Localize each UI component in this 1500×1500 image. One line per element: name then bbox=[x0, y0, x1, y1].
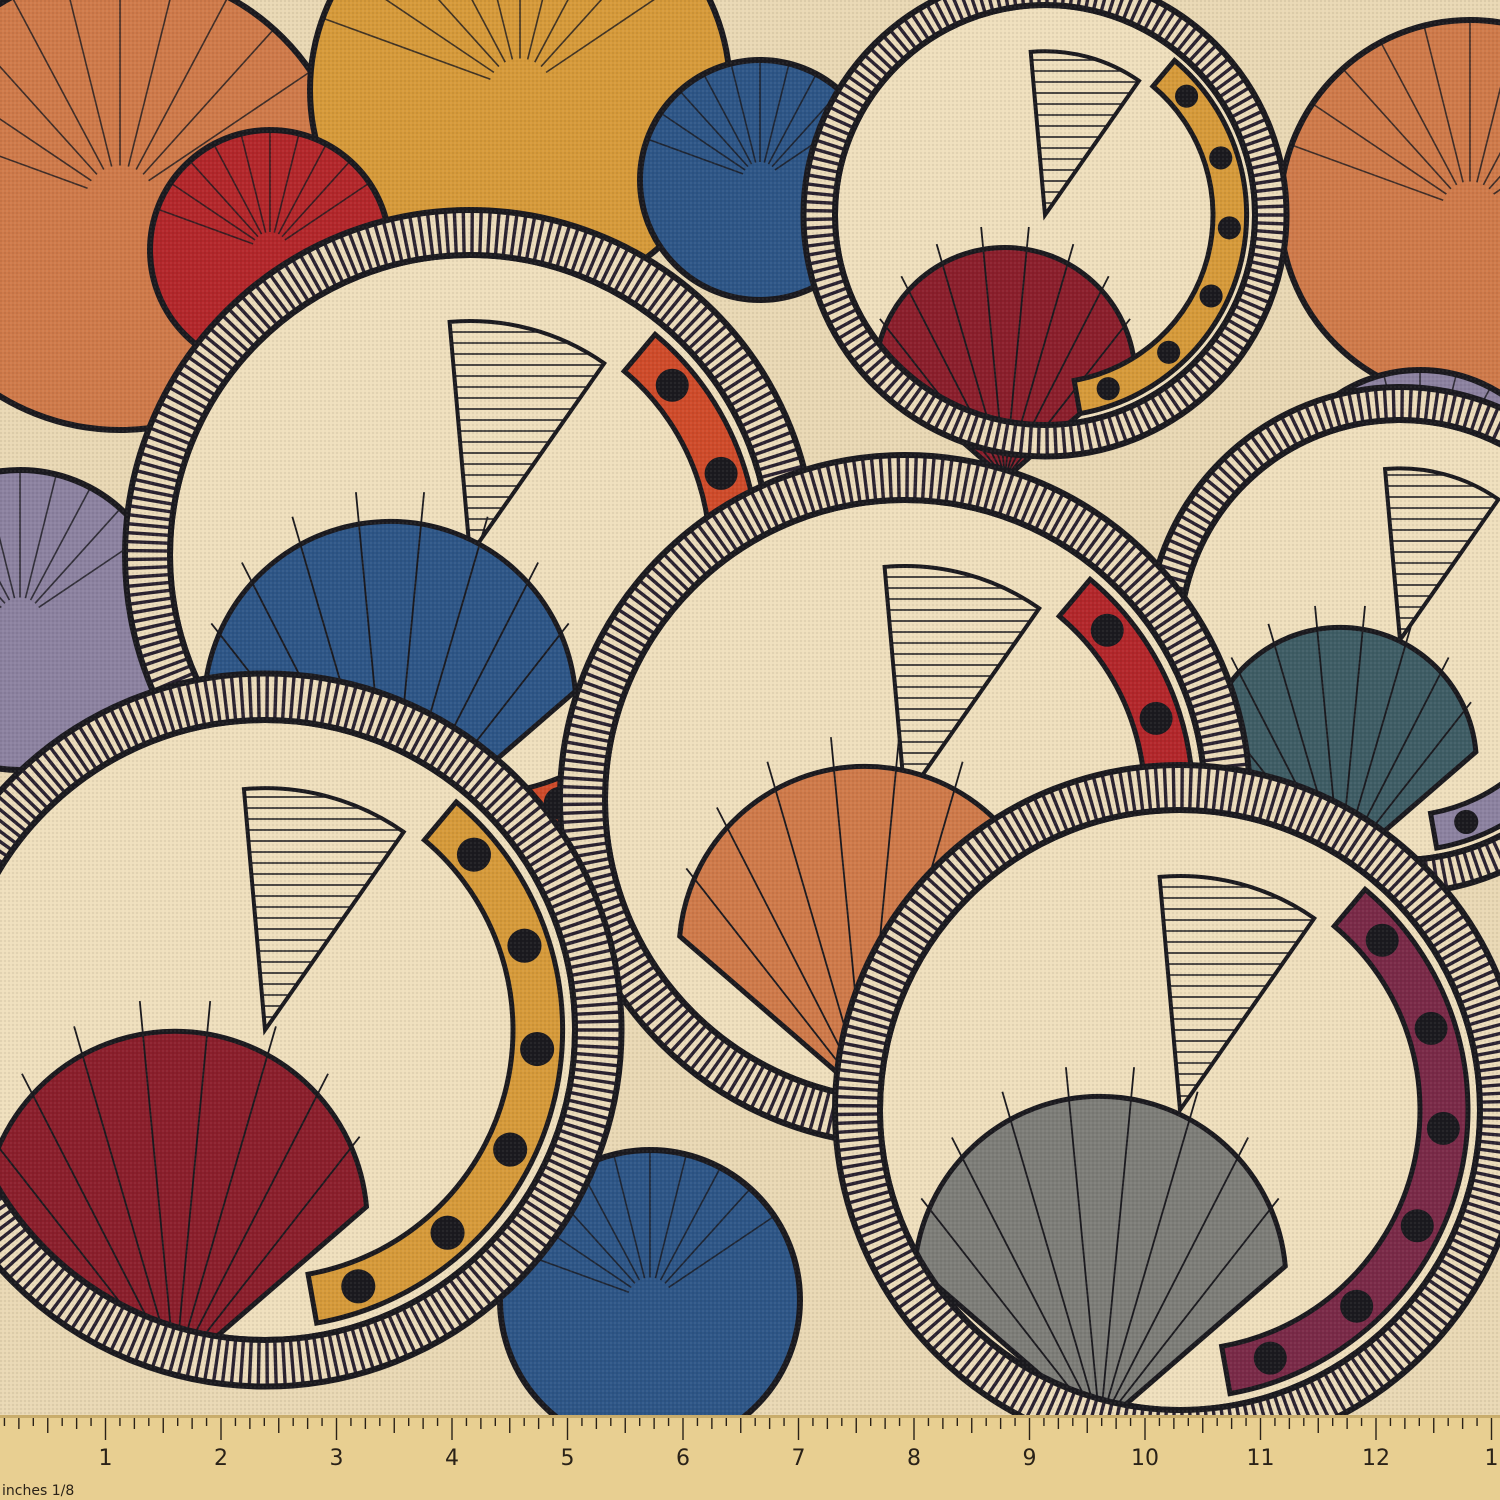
ruler-number: 12 bbox=[1362, 1446, 1390, 1471]
ruler-number: 1 bbox=[99, 1446, 113, 1471]
ruler-number: 8 bbox=[907, 1446, 921, 1471]
ruler-number: 9 bbox=[1023, 1446, 1037, 1471]
ruler-number: 4 bbox=[445, 1446, 459, 1471]
ruler-number: 11 bbox=[1247, 1446, 1275, 1471]
ruler-number: 2 bbox=[214, 1446, 228, 1471]
measuring-ruler: 1 2 3 4 5 6 7 8 9 10 11 12 1 inches 1/8 bbox=[0, 1415, 1500, 1500]
ruler-number: 10 bbox=[1131, 1446, 1159, 1471]
fabric-pattern bbox=[0, 0, 1500, 1415]
ruler-number: 5 bbox=[561, 1446, 575, 1471]
ruler-unit-label: inches 1/8 bbox=[2, 1483, 74, 1499]
ruler-number: 3 bbox=[330, 1446, 344, 1471]
ruler-number: 6 bbox=[676, 1446, 690, 1471]
ruler-number: 7 bbox=[792, 1446, 806, 1471]
ruler-number: 1 bbox=[1485, 1446, 1499, 1471]
